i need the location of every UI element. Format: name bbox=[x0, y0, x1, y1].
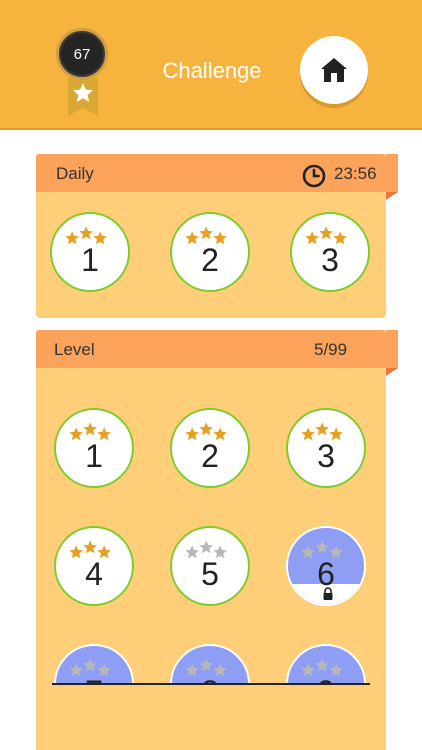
challenge-number: 5 bbox=[201, 556, 219, 592]
challenge-number: 6 bbox=[317, 556, 335, 592]
level-panel-header: Level 5/99 bbox=[36, 330, 398, 376]
daily-label: Daily bbox=[56, 164, 94, 183]
page-title: Challenge bbox=[162, 58, 262, 83]
header-bar: 67 Challenge bbox=[0, 0, 422, 130]
home-button[interactable] bbox=[300, 36, 368, 104]
home-icon bbox=[321, 58, 347, 82]
level-challenge-4[interactable]: 4 bbox=[54, 526, 134, 606]
star-icon bbox=[73, 83, 93, 102]
challenge-number: 2 bbox=[201, 242, 219, 278]
level-head-fold bbox=[386, 368, 398, 376]
challenge-number: 4 bbox=[85, 556, 103, 592]
daily-timer: 23:56 bbox=[334, 164, 377, 183]
level-challenge-6[interactable]: 6 bbox=[286, 526, 366, 606]
level-label: Level bbox=[54, 340, 95, 359]
daily-panel-header: Daily 23:56 bbox=[36, 154, 398, 200]
panel-bottom bbox=[36, 685, 386, 750]
clock-icon bbox=[302, 164, 326, 188]
challenge-number: 3 bbox=[321, 242, 339, 278]
level-head-tab bbox=[386, 330, 398, 368]
daily-head-tab bbox=[386, 154, 398, 192]
score-badge: 67 bbox=[56, 28, 108, 80]
daily-challenge-3[interactable]: 3 bbox=[290, 212, 370, 292]
challenge-number: 2 bbox=[201, 438, 219, 474]
level-progress: 5/99 bbox=[314, 340, 348, 359]
daily-challenge-1[interactable]: 1 bbox=[50, 212, 130, 292]
daily-challenge-2[interactable]: 2 bbox=[170, 212, 250, 292]
level-challenge-2[interactable]: 2 bbox=[170, 408, 250, 488]
challenge-number: 1 bbox=[81, 242, 99, 278]
challenge-number: 1 bbox=[85, 438, 103, 474]
daily-panel: Daily 23:56 1 2 3 bbox=[36, 154, 398, 318]
level-challenge-5[interactable]: 5 bbox=[170, 526, 250, 606]
daily-head-fold bbox=[386, 192, 398, 200]
score-value: 67 bbox=[73, 45, 91, 63]
level-challenge-1[interactable]: 1 bbox=[54, 408, 134, 488]
challenge-number: 3 bbox=[317, 438, 335, 474]
level-challenge-3[interactable]: 3 bbox=[286, 408, 366, 488]
